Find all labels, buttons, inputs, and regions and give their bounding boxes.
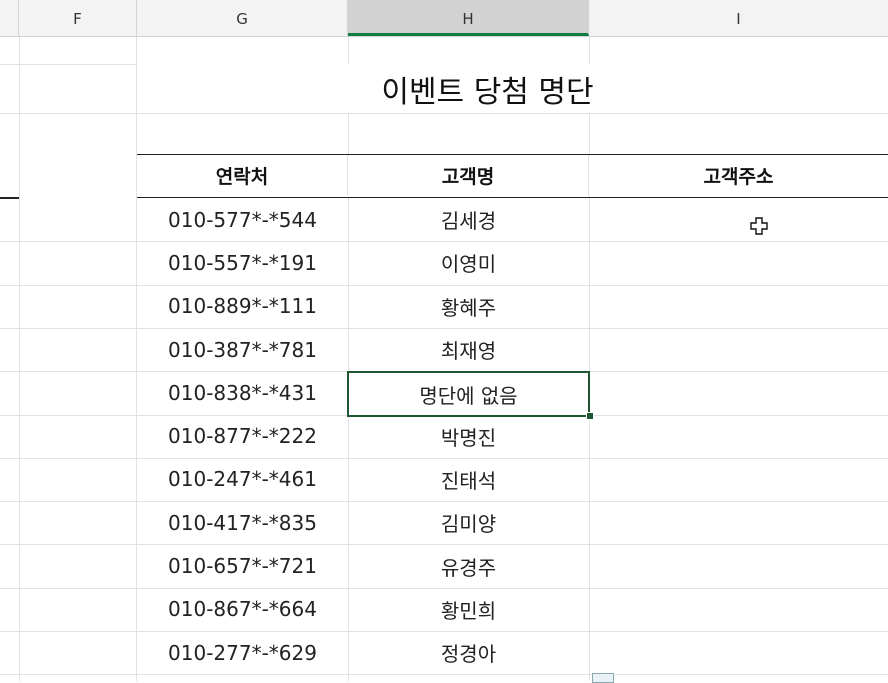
- customer-name-cell[interactable]: 유경주: [348, 544, 589, 587]
- customer-name-cell[interactable]: 이영미: [348, 241, 589, 284]
- customer-name-cell[interactable]: 진태석: [348, 458, 589, 501]
- customer-address-cell[interactable]: [589, 371, 888, 414]
- customer-name-cell[interactable]: 황혜주: [348, 285, 589, 328]
- customer-name-cell[interactable]: 김세경: [348, 198, 589, 241]
- phone-cell[interactable]: 010-657*-*721: [137, 544, 348, 587]
- customer-address-cell[interactable]: [589, 285, 888, 328]
- customer-name-cell[interactable]: 황민희: [348, 588, 589, 631]
- phone-cell[interactable]: 010-277*-*629: [137, 631, 348, 674]
- cell-cursor-icon: [750, 217, 768, 235]
- customer-address-cell[interactable]: [589, 501, 888, 544]
- phone-cell[interactable]: 010-247*-*461: [137, 458, 348, 501]
- header-customer-address[interactable]: 고객주소: [589, 155, 888, 196]
- phone-cell[interactable]: 010-877*-*222: [137, 415, 348, 458]
- customer-address-cell[interactable]: [589, 241, 888, 284]
- column-header-I[interactable]: I: [589, 0, 888, 36]
- customer-name-cell[interactable]: 최재영: [348, 328, 589, 371]
- gridline: [0, 113, 888, 114]
- customer-address-cell[interactable]: [589, 328, 888, 371]
- table-border-left-segment: [0, 197, 19, 199]
- phone-cell[interactable]: 010-867*-*664: [137, 588, 348, 631]
- title-cell[interactable]: 이벤트 당첨 명단: [137, 64, 888, 113]
- customer-address-cell[interactable]: [589, 198, 888, 241]
- phone-cell[interactable]: 010-557*-*191: [137, 241, 348, 284]
- header-customer-name[interactable]: 고객명: [348, 155, 589, 196]
- phone-cell[interactable]: 010-577*-*544: [137, 198, 348, 241]
- gridline: [19, 37, 20, 681]
- phone-cell[interactable]: 010-889*-*111: [137, 285, 348, 328]
- gridline: [0, 674, 888, 676]
- customer-address-cell[interactable]: [589, 588, 888, 631]
- customer-address-cell[interactable]: [589, 544, 888, 587]
- customer-name-cell[interactable]: 정경아: [348, 631, 589, 674]
- column-header-G[interactable]: G: [137, 0, 348, 36]
- selected-name-cell[interactable]: 명단에 없음: [347, 371, 590, 418]
- customer-address-cell[interactable]: [589, 415, 888, 458]
- customer-address-cell[interactable]: [589, 631, 888, 674]
- column-header-E[interactable]: [0, 0, 19, 36]
- table-header-row: 연락처 고객명 고객주소: [137, 154, 888, 198]
- phone-cell[interactable]: 010-838*-*431: [137, 371, 348, 414]
- paste-options-icon[interactable]: [592, 673, 614, 683]
- customer-name-cell[interactable]: 김미양: [348, 501, 589, 544]
- phone-cell[interactable]: 010-417*-*835: [137, 501, 348, 544]
- spreadsheet-grid[interactable]: 이벤트 당첨 명단 연락처 고객명 고객주소 010-577*-*544 김세경 0…: [0, 37, 888, 683]
- customer-address-cell[interactable]: [589, 458, 888, 501]
- page-title: 이벤트 당첨 명단: [381, 74, 594, 110]
- column-header-row: F G H I: [0, 0, 888, 37]
- phone-cell[interactable]: 010-387*-*781: [137, 328, 348, 371]
- column-header-H[interactable]: H: [348, 0, 589, 36]
- column-header-F[interactable]: F: [19, 0, 137, 36]
- header-phone[interactable]: 연락처: [137, 155, 348, 196]
- customer-name-cell[interactable]: 박명진: [348, 415, 589, 458]
